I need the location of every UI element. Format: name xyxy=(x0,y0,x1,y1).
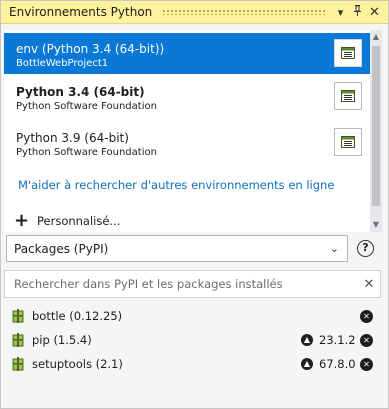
package-row[interactable]: setuptools (2.1) ▲ 67.8.0 ✕ xyxy=(1,353,388,375)
environment-details-button[interactable] xyxy=(334,39,362,67)
upgrade-package-button[interactable]: ▲ 23.1.2 xyxy=(301,333,356,347)
dropdown-icon[interactable]: ▾ xyxy=(333,6,348,19)
upgrade-arrow-icon: ▲ xyxy=(301,358,313,370)
clear-search-icon[interactable]: ✕ xyxy=(358,277,380,292)
pin-icon[interactable] xyxy=(350,5,365,19)
uninstall-package-icon[interactable]: ✕ xyxy=(360,358,373,371)
environment-details-button[interactable] xyxy=(334,82,362,110)
environment-subtitle: BottleWebProject1 xyxy=(16,58,109,69)
view-select-value: Packages (PyPI) xyxy=(14,241,109,256)
package-icon xyxy=(12,333,24,347)
chevron-down-icon: ⌄ xyxy=(329,242,339,255)
upgrade-version: 23.1.2 xyxy=(319,333,356,347)
environment-name: Python 3.4 (64-bit) xyxy=(16,85,145,99)
scroll-up-icon[interactable]: ▲ xyxy=(370,30,382,44)
custom-environment-button[interactable]: + Personnalisé... xyxy=(14,210,121,231)
package-icon xyxy=(12,309,24,323)
environment-item[interactable]: env (Python 3.4 (64-bit)) BottleWebProje… xyxy=(4,33,370,74)
close-icon[interactable]: ✕ xyxy=(367,5,382,20)
package-name: pip (1.5.4) xyxy=(32,333,92,347)
environment-name: env (Python 3.4 (64-bit)) xyxy=(16,42,165,56)
find-environments-link[interactable]: M'aider à rechercher d'autres environnem… xyxy=(18,178,334,192)
environment-settings-icon xyxy=(341,47,355,59)
window-title: Environnements Python xyxy=(9,5,153,19)
environment-list-scrollbar[interactable]: ▲ ▼ xyxy=(370,30,382,232)
environment-settings-icon xyxy=(341,90,355,102)
package-row[interactable]: pip (1.5.4) ▲ 23.1.2 ✕ xyxy=(1,329,388,351)
environment-name: Python 3.9 (64-bit) xyxy=(16,131,129,145)
upgrade-arrow-icon: ▲ xyxy=(301,334,313,346)
environment-list: env (Python 3.4 (64-bit)) BottleWebProje… xyxy=(4,30,382,232)
environment-subtitle: Python Software Foundation xyxy=(16,101,157,112)
uninstall-package-icon[interactable]: ✕ xyxy=(360,334,373,347)
environment-details-button[interactable] xyxy=(334,128,362,156)
uninstall-package-icon[interactable]: ✕ xyxy=(360,310,373,323)
python-environments-window: Environnements Python ▾ ✕ env (Python 3.… xyxy=(0,0,389,409)
upgrade-package-button[interactable]: ▲ 67.8.0 xyxy=(301,357,356,371)
environment-item[interactable]: Python 3.4 (64-bit) Python Software Foun… xyxy=(4,76,370,117)
scroll-down-icon[interactable]: ▼ xyxy=(370,218,382,232)
package-name: bottle (0.12.25) xyxy=(32,309,123,323)
titlebar-grip xyxy=(162,9,325,15)
package-row[interactable]: bottle (0.12.25) ✕ xyxy=(1,305,388,327)
help-button[interactable]: ? xyxy=(357,240,374,257)
view-select[interactable]: Packages (PyPI) ⌄ xyxy=(6,235,348,262)
custom-environment-label: Personnalisé... xyxy=(37,214,121,228)
environment-subtitle: Python Software Foundation xyxy=(16,147,157,158)
environment-item[interactable]: Python 3.9 (64-bit) Python Software Foun… xyxy=(4,122,370,163)
package-search-input[interactable] xyxy=(12,276,358,292)
plus-icon: + xyxy=(14,210,30,231)
upgrade-version: 67.8.0 xyxy=(319,357,356,371)
window-titlebar[interactable]: Environnements Python ▾ ✕ xyxy=(1,1,388,24)
package-name: setuptools (2.1) xyxy=(32,357,123,371)
scrollbar-thumb[interactable] xyxy=(372,46,380,206)
package-icon xyxy=(12,357,24,371)
package-search-box[interactable]: ✕ xyxy=(4,270,381,298)
environment-settings-icon xyxy=(341,136,355,148)
